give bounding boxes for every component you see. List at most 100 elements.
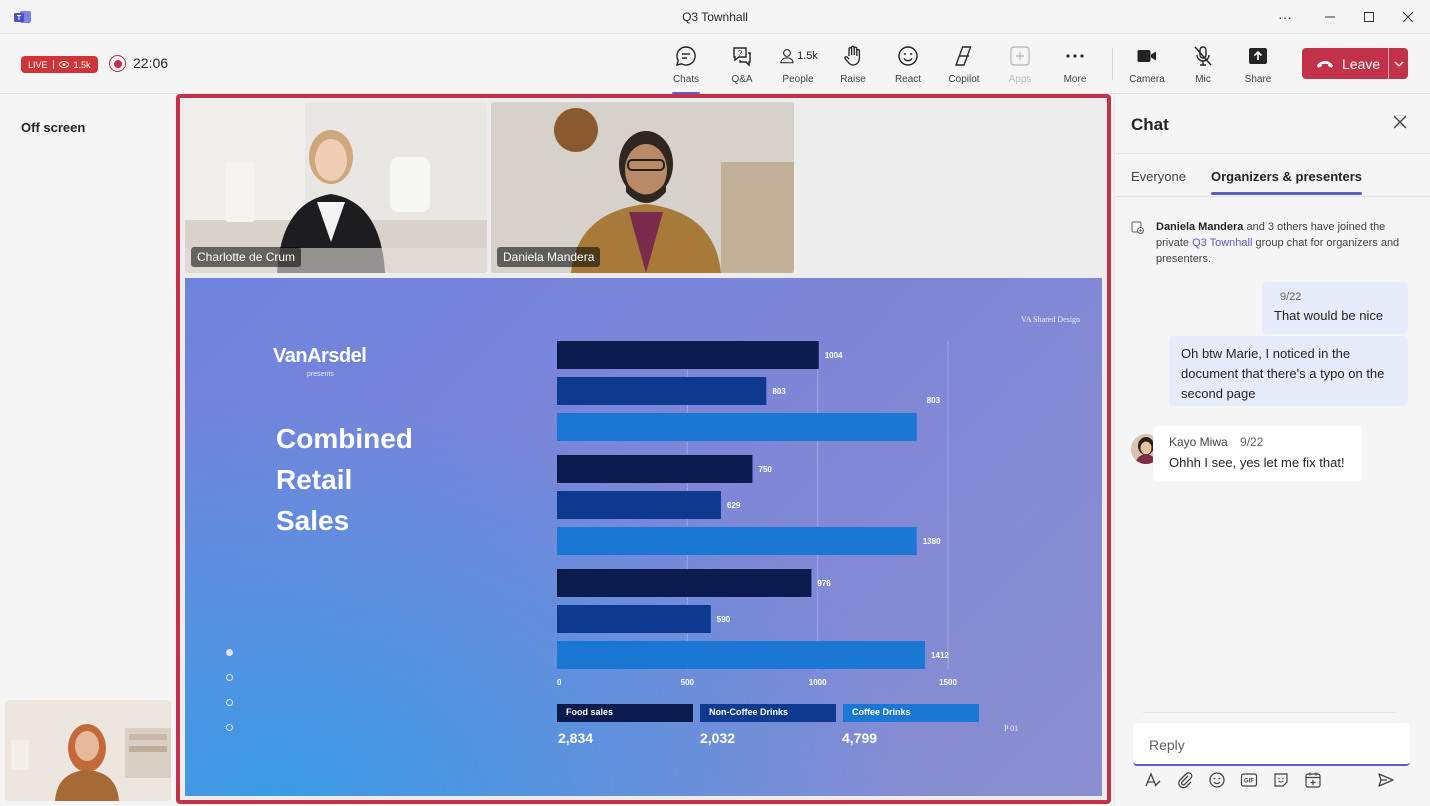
x-tick-label: 0: [557, 678, 562, 687]
mic-button[interactable]: Mic: [1175, 42, 1231, 90]
raise-hand-button[interactable]: Raise: [825, 42, 881, 90]
more-options-button[interactable]: ···: [1270, 6, 1300, 28]
chats-button[interactable]: Chats: [658, 42, 714, 94]
attach-button[interactable]: [1175, 770, 1195, 790]
leave-button[interactable]: Leave: [1302, 48, 1408, 79]
participant-name-tag: Charlotte de Crum: [191, 247, 302, 267]
eye-icon: [58, 61, 69, 68]
apps-label: Apps: [1008, 74, 1032, 85]
copilot-button[interactable]: Copilot: [936, 42, 992, 90]
group-chat-link[interactable]: Q3 Townhall: [1192, 237, 1252, 249]
react-button[interactable]: React: [880, 42, 936, 90]
compose-toolbar: GIF: [1133, 770, 1415, 794]
bar-value-label: 750: [759, 465, 773, 474]
live-label: LIVE: [28, 59, 48, 70]
legend-coffee: Coffee Drinks: [843, 704, 979, 722]
bar-value-label: 1380: [923, 537, 941, 546]
share-label: Share: [1244, 74, 1272, 85]
people-button[interactable]: 1.5k People: [770, 42, 826, 90]
bar: [557, 605, 711, 633]
svg-text:GIF: GIF: [1244, 779, 1254, 785]
apps-button[interactable]: Apps: [992, 42, 1048, 90]
self-view-video[interactable]: [5, 700, 171, 801]
leave-options-dropdown[interactable]: [1389, 48, 1408, 79]
compose-divider: [1143, 712, 1397, 713]
system-message: Daniela Mandera and 3 others have joined…: [1156, 219, 1418, 267]
share-screen-icon: [1249, 48, 1267, 64]
qa-icon: ?: [733, 47, 751, 67]
gif-button[interactable]: GIF: [1239, 770, 1259, 790]
leave-main[interactable]: Leave: [1302, 48, 1388, 79]
sticker-button[interactable]: [1271, 770, 1291, 790]
raise-label: Raise: [840, 74, 866, 85]
bar-value-label: 976: [817, 579, 831, 588]
chat-header-divider: [1115, 153, 1430, 154]
format-text-icon: [1145, 772, 1161, 787]
reply-input[interactable]: Reply: [1133, 723, 1410, 766]
schedule-button[interactable]: [1303, 770, 1323, 790]
bar: [557, 413, 917, 441]
bar: [557, 377, 767, 405]
message-date: 9/22: [1280, 291, 1302, 303]
camera-icon: [1137, 50, 1156, 62]
shared-presentation-slide: VanArsdel presents VA Shared Design Comb…: [185, 278, 1102, 796]
message-meta: Kayo Miwa 9/22: [1169, 435, 1362, 449]
live-separator: [52, 60, 54, 69]
legend-label: Coffee Drinks: [852, 707, 911, 717]
camera-button[interactable]: Camera: [1119, 42, 1175, 90]
minimize-icon: [1325, 16, 1335, 18]
group-chat-icon: [1131, 221, 1144, 234]
legend-label: Non-Coffee Drinks: [709, 707, 789, 717]
copilot-label: Copilot: [948, 74, 980, 85]
emoji-button[interactable]: [1207, 770, 1227, 790]
more-button[interactable]: More: [1047, 42, 1103, 90]
qa-button[interactable]: ? Q&A: [714, 42, 770, 90]
message-date: 9/22: [1240, 435, 1264, 449]
chat-panel: Chat Everyone Organizers & presenters Da…: [1114, 94, 1430, 806]
participant-name-tag: Daniela Mandera: [497, 247, 601, 267]
share-button[interactable]: Share: [1230, 42, 1286, 90]
off-screen-heading: Off screen: [21, 120, 86, 135]
people-label: People: [782, 74, 814, 85]
tab-organizers-presenters[interactable]: Organizers & presenters: [1211, 169, 1363, 195]
format-button[interactable]: [1143, 770, 1163, 790]
phone-hangup-icon: [1317, 60, 1333, 68]
bar-value-label: 590: [717, 615, 731, 624]
close-icon: [1402, 11, 1414, 23]
bar: [557, 491, 721, 519]
viewer-count: 1.5k: [73, 59, 91, 70]
react-label: React: [894, 74, 922, 85]
leave-label: Leave: [1342, 55, 1381, 72]
participant-video-1[interactable]: Charlotte de Crum: [185, 102, 487, 273]
tab-everyone[interactable]: Everyone: [1131, 169, 1186, 184]
recording-icon: [109, 55, 126, 72]
bar: [557, 569, 812, 597]
maximize-button[interactable]: [1354, 6, 1384, 28]
title-bar: T Q3 Townhall ···: [0, 0, 1430, 34]
maximize-icon: [1364, 12, 1374, 22]
tabs-divider: [1115, 196, 1430, 197]
more-label: More: [1063, 74, 1087, 85]
my-message-bubble[interactable]: Oh btw Marie, I noticed in the document …: [1169, 336, 1408, 406]
copilot-icon: [955, 46, 972, 66]
stage-area: Charlotte de Crum Daniela Mandera VanArs…: [176, 94, 1111, 804]
bar-value-label: 1004: [825, 351, 843, 360]
window-title: Q3 Townhall: [682, 10, 748, 24]
camera-label: Camera: [1129, 74, 1165, 85]
minimize-button[interactable]: [1315, 6, 1345, 28]
chat-title: Chat: [1131, 115, 1169, 134]
mic-label: Mic: [1195, 74, 1211, 85]
bar: [557, 455, 753, 483]
x-tick-label: 1500: [939, 678, 957, 687]
close-window-button[interactable]: [1393, 6, 1423, 28]
message-text: Ohhh I see, yes let me fix that!: [1169, 455, 1345, 470]
message-text: That would be nice: [1274, 308, 1384, 323]
participant-video-2[interactable]: Daniela Mandera: [491, 102, 794, 273]
my-message-bubble[interactable]: 9/22 That would be nice: [1262, 282, 1408, 334]
svg-text:?: ?: [738, 49, 743, 58]
their-message-bubble[interactable]: Kayo Miwa 9/22 Ohhh I see, yes let me fi…: [1153, 426, 1362, 481]
close-icon[interactable]: [1390, 112, 1410, 132]
legend-food-sales: Food sales: [557, 704, 693, 722]
x-tick-label: 1000: [809, 678, 827, 687]
send-button[interactable]: [1376, 770, 1396, 790]
